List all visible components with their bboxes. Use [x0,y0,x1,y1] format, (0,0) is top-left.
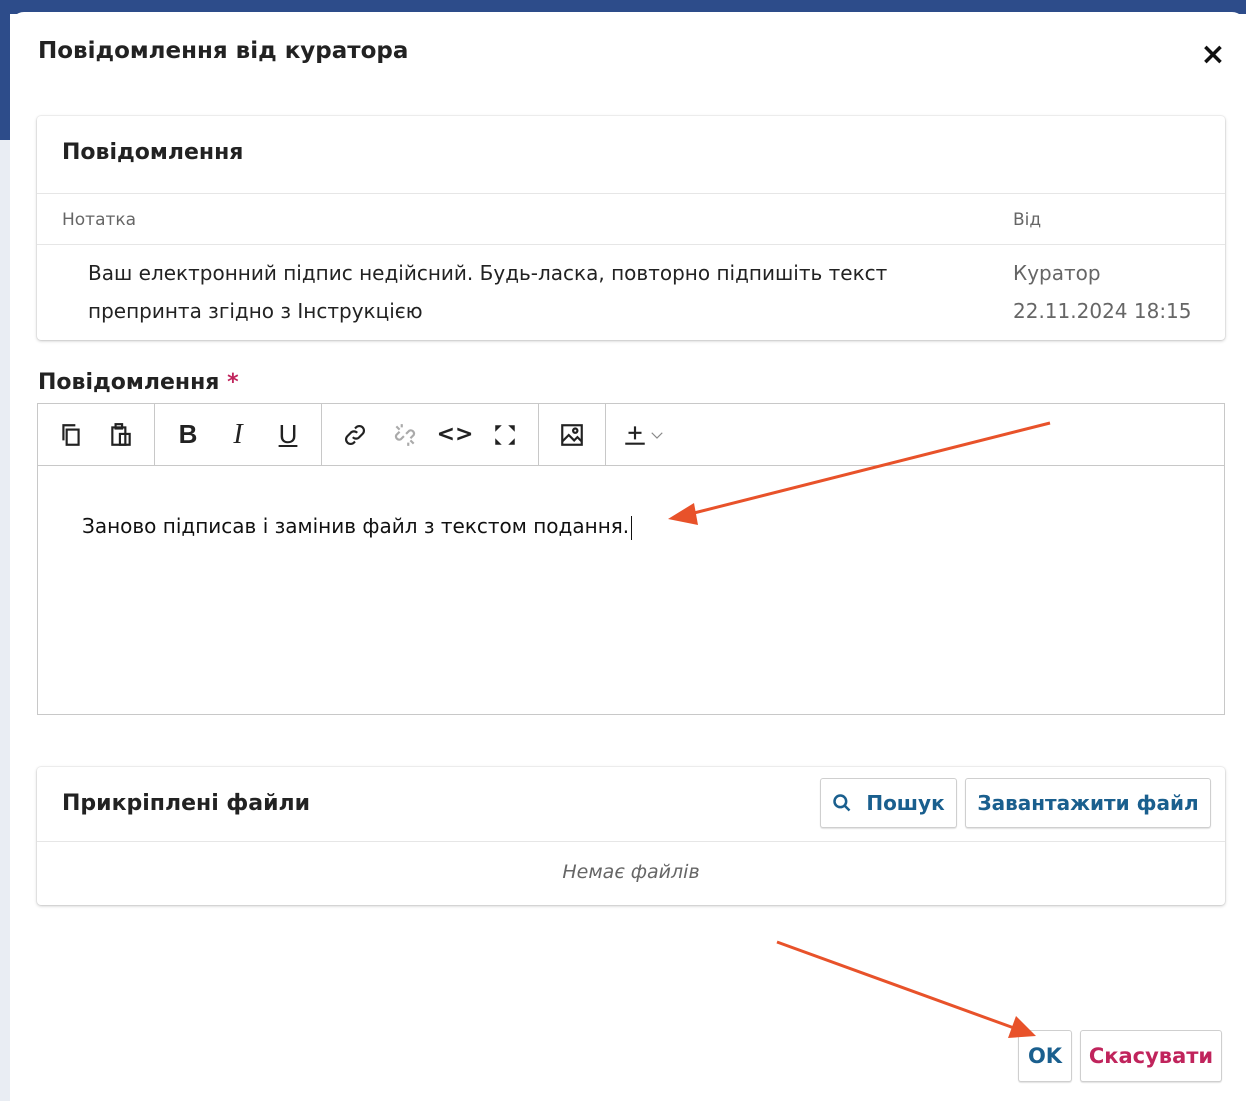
upload-icon [625,425,645,445]
attachments-card: Прикріплені файли Пошук Завантажити файл… [37,767,1225,905]
toolbar-group-format: B I U [155,404,322,465]
editor-content[interactable]: Заново підписав і замінив файл з текстом… [82,514,633,540]
required-mark: * [227,370,239,395]
search-button-label: Пошук [866,791,945,815]
divider [37,193,1225,194]
toolbar-group-media [539,404,606,465]
ok-button[interactable]: OK [1018,1030,1072,1082]
column-header-from: Від [1013,210,1042,230]
note-text: Ваш електронний підпис недійсний. Будь-л… [88,261,888,323]
chevron-down-icon [651,431,663,439]
reply-field-label: Повідомлення * [38,370,239,395]
message-card-title: Повідомлення [62,140,244,165]
upload-file-button[interactable]: Завантажити файл [965,778,1211,828]
reply-label-text: Повідомлення [38,370,220,395]
link-icon[interactable] [330,413,380,457]
toolbar-group-insert: <> [322,404,539,465]
editor-toolbar: B I U <> [38,404,1224,466]
copy-icon[interactable] [46,413,96,457]
no-files-text: Немає файлів [562,861,700,883]
editor-text: Заново підписав і замінив файл з текстом… [82,514,630,538]
toolbar-group-clipboard [38,404,155,465]
column-header-note: Нотатка [62,210,137,230]
italic-icon[interactable]: I [213,413,263,457]
cancel-button[interactable]: Скасувати [1080,1030,1222,1082]
code-icon[interactable]: <> [430,413,480,457]
fullscreen-icon[interactable] [480,413,530,457]
dialog-title: Повідомлення від куратора [38,38,409,64]
upload-dropdown[interactable] [614,413,674,457]
attachments-title: Прикріплені файли [62,791,311,816]
underline-icon[interactable]: U [263,413,313,457]
from-date: 22.11.2024 18:15 [1013,299,1192,323]
paste-icon[interactable] [96,413,146,457]
from-author: Куратор [1013,261,1101,285]
text-caret [631,515,633,540]
close-button[interactable]: × [1198,40,1228,70]
message-card: Повідомлення Нотатка Від Ваш електронний… [37,116,1225,340]
search-button[interactable]: Пошук [820,778,957,828]
divider [37,244,1225,245]
rich-text-editor: B I U <> Заново підписав і замінив файл … [37,403,1225,715]
bold-icon[interactable]: B [163,413,213,457]
image-icon[interactable] [547,413,597,457]
toolbar-group-upload [606,404,682,465]
backdrop-edge-light [0,140,10,1101]
unlink-icon[interactable] [380,413,430,457]
curator-message-dialog: Повідомлення від куратора × Повідомлення… [10,12,1246,1101]
divider [37,841,1225,842]
search-icon [833,794,851,812]
